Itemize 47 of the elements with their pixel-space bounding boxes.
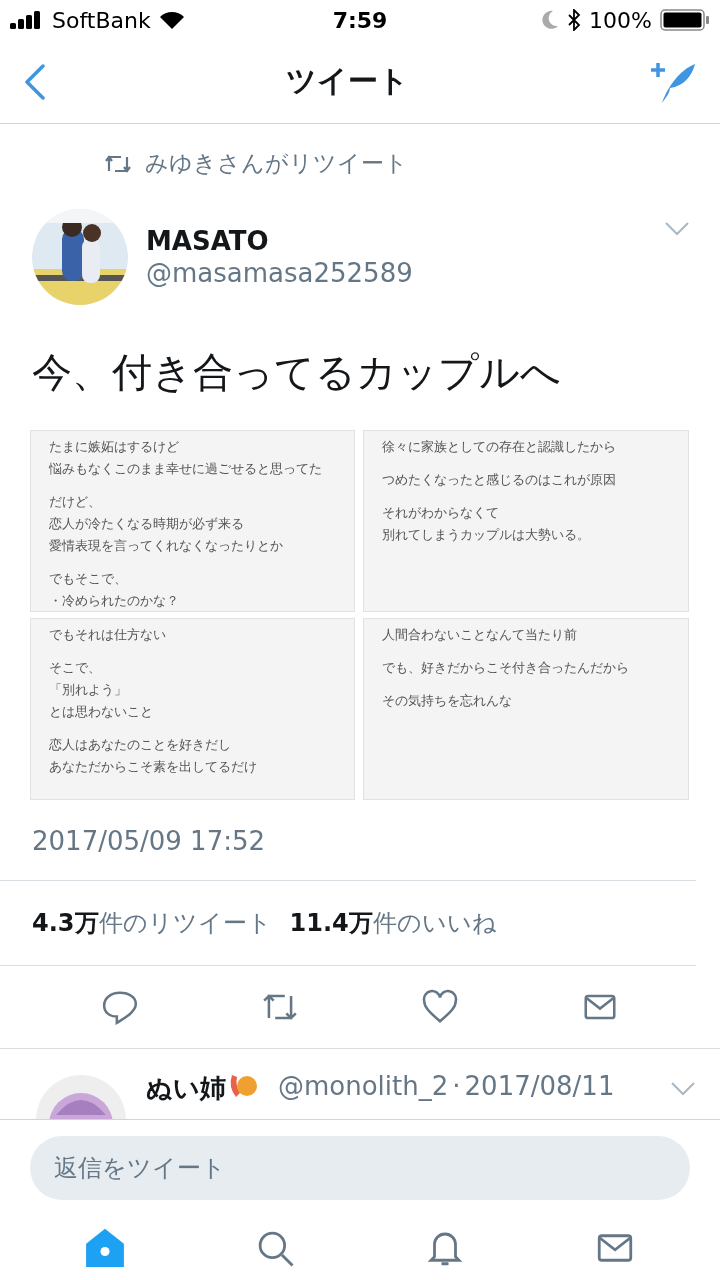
page-title: ツイート	[285, 62, 409, 100]
note-image[interactable]: でもそれは仕方ない そこで、 「別れよう」 とは思わないこと 恋人はあなたのことを好きだし あなただからこそ素を出してるだけ	[30, 618, 355, 800]
author-name[interactable]: MASATO	[146, 226, 646, 256]
reply-author-name[interactable]: ぬい姉	[146, 1071, 226, 1106]
note-line: そこで、	[49, 660, 102, 677]
note-line: 恋人が冷たくなる時期が必ず来る	[49, 516, 245, 533]
note-line: でもそこで、	[49, 571, 128, 588]
note-line: あなただからこそ素を出してるだけ	[49, 759, 258, 776]
bluetooth-icon	[567, 9, 582, 31]
note-line: それがわからなくて	[382, 505, 500, 522]
note-line: 人間合わないことなんて当たり前	[382, 627, 578, 644]
note-line: 恋人はあなたのことを好きだし	[49, 737, 232, 754]
carrier-name: SoftBank	[52, 7, 151, 33]
note-line: 悩みもなくこのまま幸せに過ごせると思ってた	[49, 461, 323, 478]
reply-date: 2017/08/11	[464, 1071, 615, 1101]
retweeted-by-label: みゆきさんがリツイート	[145, 149, 408, 178]
note-line: 別れてしまうカップルは大勢いる。	[382, 527, 591, 544]
note-line: だけど、	[49, 494, 102, 511]
note-image[interactable]: 人間合わないことなんて当たり前 でも、好きだからこそ付き合ったんだから その気持ちを忘れんな	[363, 618, 689, 800]
battery-percent: 100%	[589, 7, 652, 33]
separator-dot: ·	[452, 1071, 461, 1101]
note-line: とは思わないこと	[49, 704, 154, 721]
home-icon	[84, 1227, 126, 1269]
note-line: その気持ちを忘れんな	[382, 693, 513, 710]
note-line: 愛情表現を言ってくれなくなったりとか	[49, 538, 284, 555]
note-line: 徐々に家族としての存在と認識したから	[382, 439, 617, 456]
wifi-icon	[158, 10, 185, 30]
note-line: でもそれは仕方ない	[49, 627, 167, 644]
note-image[interactable]: 徐々に家族としての存在と認識したから つめたくなったと感じるのはこれが原因 それがわからなくて 別れてしまうカップルは大勢いる。	[363, 430, 689, 612]
reply-author-handle[interactable]: @monolith_2	[278, 1071, 449, 1101]
note-line: つめたくなったと感じるのはこれが原因	[382, 472, 617, 489]
back-icon[interactable]	[24, 63, 46, 100]
reply-input-field[interactable]: 返信をツイート	[30, 1136, 690, 1200]
note-line: ・冷められたのかな？	[49, 593, 180, 610]
clock-time: 7:59	[332, 7, 388, 33]
battery-icon	[660, 9, 710, 31]
reply-icon[interactable]	[101, 988, 139, 1026]
tweet-timestamp: 2017/05/09 17:52	[0, 800, 696, 881]
author-handle[interactable]: @masamasa252589	[146, 258, 646, 288]
note-image[interactable]: たまに嫉妬はするけど 悩みもなくこのまま幸せに過ごせると思ってた だけど、 恋人が冷たくなる時期が必ず来る 愛情表現を言ってくれなくなったりとか でもそこで、 ・冷められたのかな？	[30, 430, 355, 612]
note-line: たまに嫉妬はするけど	[49, 439, 180, 456]
engagement-count[interactable]: 4.3万件のリツイート	[32, 907, 272, 939]
note-line: 「別れよう」	[49, 682, 128, 699]
tweet-text: 今、付き合ってるカップルへ	[31, 348, 562, 397]
moon-icon	[541, 10, 560, 30]
engagement-count[interactable]: 11.4万件のいいね	[289, 907, 497, 939]
note-line: でも、好きだからこそ付き合ったんだから	[382, 660, 630, 677]
